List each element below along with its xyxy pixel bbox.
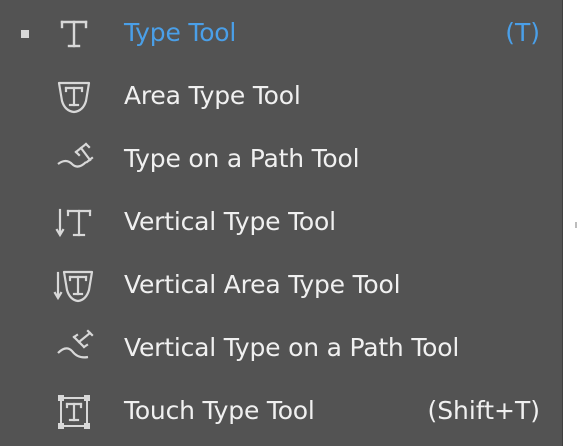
vertical-area-type-tool-icon <box>52 264 96 308</box>
touch-type-tool-icon <box>52 390 96 434</box>
selected-marker-icon <box>21 30 29 38</box>
menu-item-shortcut: (Shift+T) <box>427 396 540 425</box>
panel-edge-tick <box>575 222 577 228</box>
menu-item-label: Touch Type Tool <box>124 396 315 425</box>
menu-item-area-type-tool[interactable]: Area Type Tool <box>0 65 562 127</box>
menu-item-label: Area Type Tool <box>124 81 301 110</box>
menu-item-label: Type on a Path Tool <box>124 144 360 173</box>
menu-item-vertical-type-on-path-tool[interactable]: Vertical Type on a Path Tool <box>0 317 562 379</box>
type-tools-flyout-menu: Type Tool (T) Area Type Tool Type on a P… <box>0 0 563 446</box>
menu-item-label: Vertical Type Tool <box>124 207 336 236</box>
type-tool-icon <box>52 12 96 56</box>
menu-item-type-tool[interactable]: Type Tool (T) <box>0 2 562 64</box>
type-on-path-tool-icon <box>52 138 96 182</box>
vertical-type-tool-icon <box>52 201 96 245</box>
menu-item-vertical-type-tool[interactable]: Vertical Type Tool <box>0 191 562 253</box>
menu-item-touch-type-tool[interactable]: Touch Type Tool (Shift+T) <box>0 380 562 442</box>
area-type-tool-icon <box>52 75 96 119</box>
vertical-type-on-path-tool-icon <box>52 327 96 371</box>
menu-item-label: Type Tool <box>124 18 237 47</box>
menu-item-label: Vertical Type on a Path Tool <box>124 333 460 362</box>
menu-item-vertical-area-type-tool[interactable]: Vertical Area Type Tool <box>0 254 562 316</box>
menu-item-label: Vertical Area Type Tool <box>124 270 401 299</box>
menu-item-type-on-path-tool[interactable]: Type on a Path Tool <box>0 128 562 190</box>
menu-item-shortcut: (T) <box>505 18 540 47</box>
